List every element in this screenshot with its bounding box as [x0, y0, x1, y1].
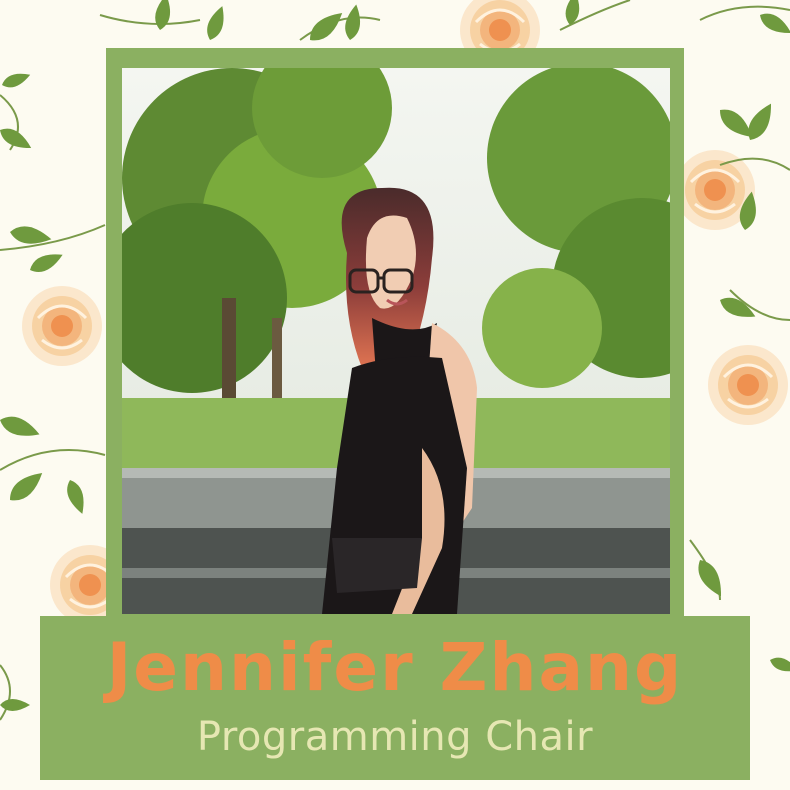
name-banner: Jennifer Zhang Programming Chair: [40, 616, 750, 780]
rose-icon: [20, 284, 104, 368]
photo-frame: [106, 48, 684, 628]
member-name: Jennifer Zhang: [106, 629, 684, 706]
portrait-photo: [122, 68, 670, 614]
rose-icon: [706, 343, 790, 427]
member-role: Programming Chair: [196, 714, 594, 760]
